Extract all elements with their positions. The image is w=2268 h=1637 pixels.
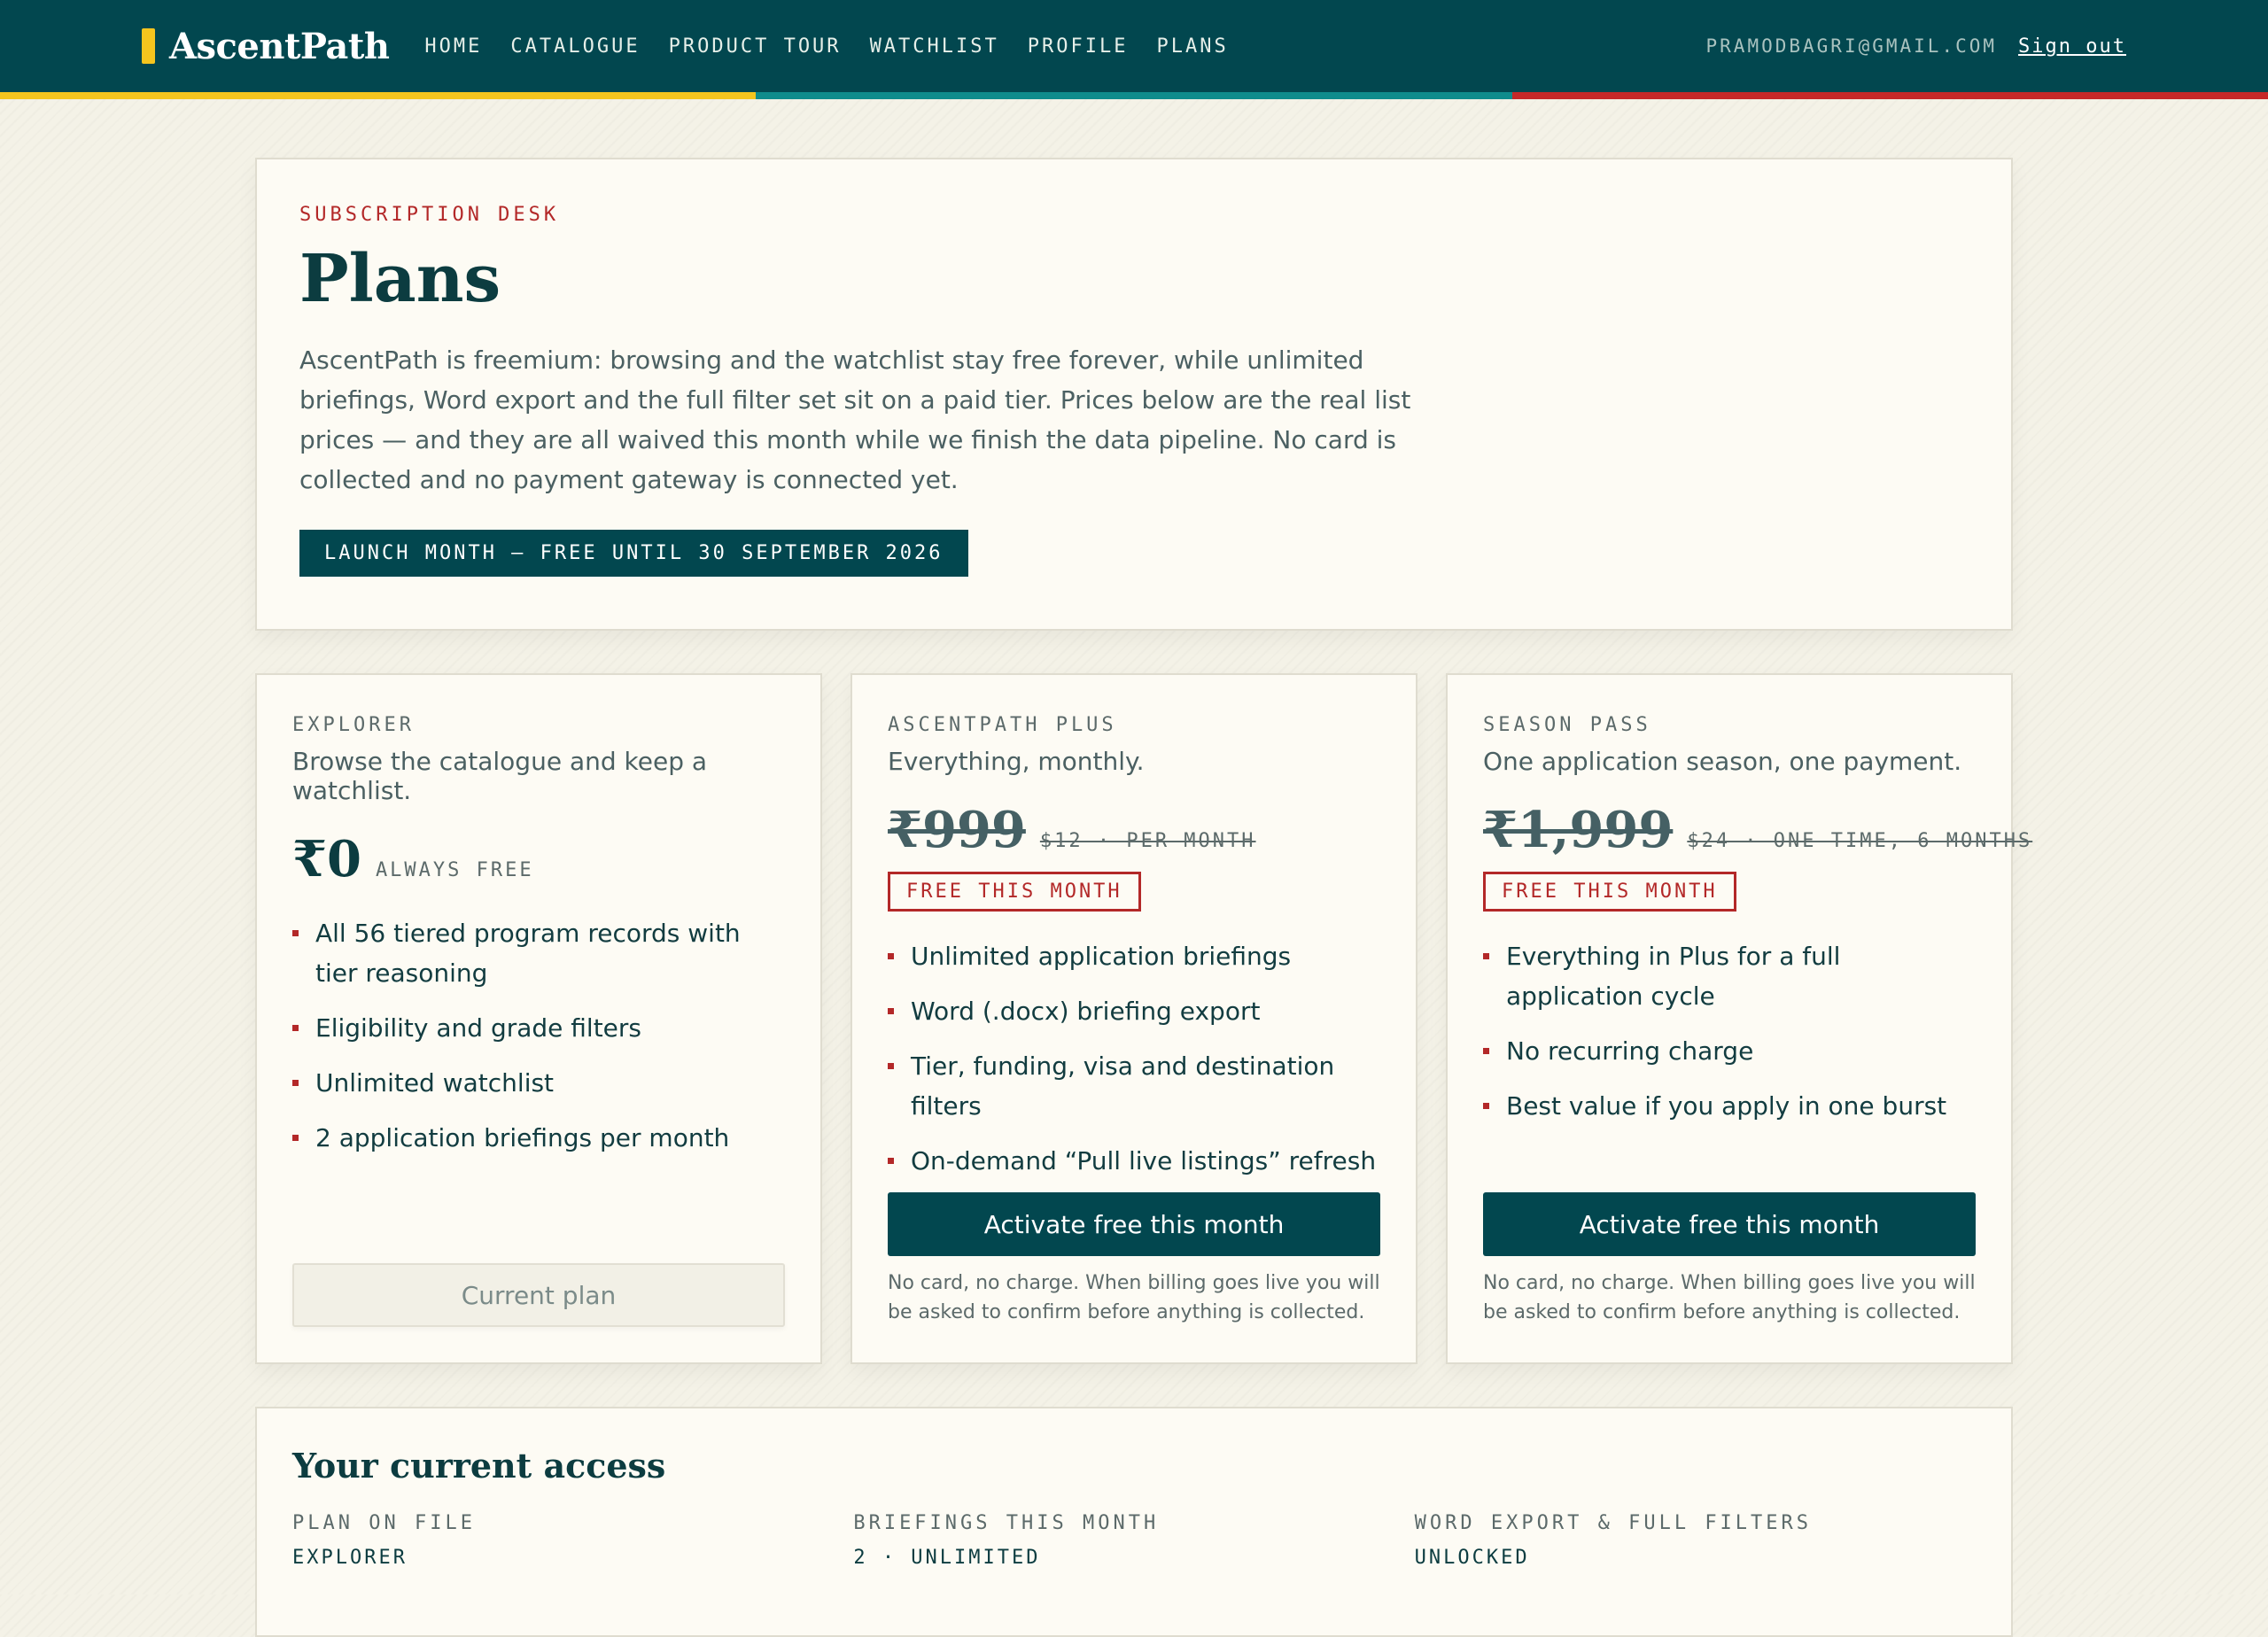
access-label: WORD EXPORT & FULL FILTERS [1414,1512,1813,1534]
card-actions: Activate free this month No card, no cha… [1483,1192,1976,1327]
user-email: PRAMODBAGRI@GMAIL.COM [1705,35,1998,57]
plan-tagline: Everything, monthly. [888,747,1145,776]
plan-tagline: Browse the catalogue and keep a watchlis… [292,747,708,805]
price-note: ALWAYS FREE [375,859,534,881]
current-access-panel: Your current access PLAN ON FILE EXPLORE… [255,1407,2013,1637]
stripe-teal [756,92,1512,99]
feature-item: Unlimited watchlist [292,1063,785,1103]
feature-item: No recurring charge [1483,1031,1976,1071]
price-note: $24 · ONE-TIME, 6 MONTHS [1687,830,2033,852]
page-title: Plans [299,241,501,317]
price-row: ₹999 $12 · PER MONTH [888,801,1380,859]
plan-card-explorer: EXPLORER Browse the catalogue and keep a… [255,673,822,1364]
feature-item: Best value if you apply in one burst [1483,1086,1976,1126]
brand-name: AscentPath [169,25,390,67]
plan-price: ₹0 [292,830,361,888]
plan-tier: SEASON PASS [1483,714,1651,736]
brand-stripe [0,92,2268,99]
current-plan-button: Current plan [292,1263,785,1327]
feature-item: All 56 tiered program records with tier … [292,913,785,993]
launch-badge: LAUNCH MONTH — FREE UNTIL 30 SEPTEMBER 2… [299,530,968,578]
feature-item: Tier, funding, visa and destination filt… [888,1046,1380,1126]
access-label: PLAN ON FILE [292,1512,476,1534]
access-value: UNLOCKED [1414,1547,1530,1569]
access-item-export: WORD EXPORT & FULL FILTERS UNLOCKED [1415,1512,1976,1569]
fine-print: No card, no charge. When billing goes li… [1483,1272,1976,1323]
hero-eyebrow: SUBSCRIPTION DESK [299,204,560,226]
free-this-month-badge: FREE THIS MONTH [888,872,1141,912]
top-nav: AscentPath HOME CATALOGUE PRODUCT TOUR W… [0,0,2268,99]
price-row: ₹1,999 $24 · ONE-TIME, 6 MONTHS [1483,801,2030,859]
plans-hero: SUBSCRIPTION DESK Plans AscentPath is fr… [255,158,2013,631]
access-item-plan: PLAN ON FILE EXPLORER [292,1512,853,1569]
feature-item: Unlimited application briefings [888,936,1380,976]
plan-tagline: One application season, one payment. [1483,747,1962,776]
access-label: BRIEFINGS THIS MONTH [853,1512,1160,1534]
feature-item: 2 application briefings per month [292,1118,785,1158]
fine-print: No card, no charge. When billing goes li… [888,1272,1380,1323]
feature-item: Eligibility and grade filters [292,1008,785,1048]
nav-link-home[interactable]: HOME [424,35,482,58]
nav-link-plans[interactable]: PLANS [1157,35,1229,58]
access-grid: PLAN ON FILE EXPLORER BRIEFINGS THIS MON… [292,1512,1976,1569]
feature-list: Everything in Plus for a full applicatio… [1483,936,1976,1126]
feature-item: Everything in Plus for a full applicatio… [1483,936,1976,1016]
nav-account: PRAMODBAGRI@GMAIL.COM Sign out [1706,35,2126,58]
plan-card-season-pass: SEASON PASS One application season, one … [1446,673,2030,1364]
feature-item: On-demand “Pull live listings” refresh [888,1141,1380,1181]
plan-price: ₹1,999 [1483,801,1674,859]
nav-link-catalogue[interactable]: CATALOGUE [510,35,640,58]
free-this-month-badge: FREE THIS MONTH [1483,872,1736,912]
card-actions: Activate free this month No card, no cha… [888,1192,1380,1327]
brand[interactable]: AscentPath [142,25,390,67]
activate-plus-button[interactable]: Activate free this month [888,1192,1380,1256]
price-row: ₹0 ALWAYS FREE [292,830,785,888]
stripe-red [1511,92,2268,99]
brand-mark-icon [142,28,155,64]
nav-link-profile[interactable]: PROFILE [1028,35,1129,58]
nav-links: HOME CATALOGUE PRODUCT TOUR WATCHLIST PR… [424,35,1228,58]
access-value: EXPLORER [292,1547,408,1569]
plan-card-plus: ASCENTPATH PLUS Everything, monthly. ₹99… [850,673,1418,1364]
price-note: $12 · PER MONTH [1039,830,1256,852]
stripe-yellow [0,92,757,99]
sign-out-link[interactable]: Sign out [2018,35,2126,58]
activate-season-pass-button[interactable]: Activate free this month [1483,1192,1976,1256]
hero-description: AscentPath is freemium: browsing and the… [299,345,1411,495]
plan-price: ₹999 [888,801,1026,859]
plan-tier: EXPLORER [292,714,415,736]
access-title: Your current access [292,1446,666,1486]
plan-tier: ASCENTPATH PLUS [888,714,1117,736]
access-item-briefings: BRIEFINGS THIS MONTH 2 · UNLIMITED [853,1512,1414,1569]
nav-link-product-tour[interactable]: PRODUCT TOUR [669,35,842,58]
card-actions: Current plan [292,1263,785,1327]
feature-list: All 56 tiered program records with tier … [292,913,785,1158]
feature-item: Word (.docx) briefing export [888,991,1380,1031]
nav-link-watchlist[interactable]: WATCHLIST [870,35,999,58]
feature-list: Unlimited application briefings Word (.d… [888,936,1380,1181]
access-value: 2 · UNLIMITED [853,1547,1041,1569]
